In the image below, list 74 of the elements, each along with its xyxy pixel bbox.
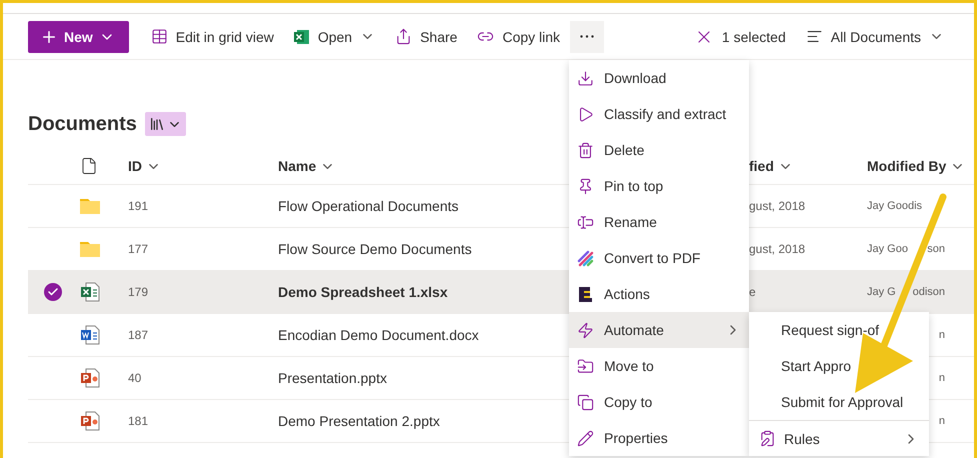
table-cell: n bbox=[938, 372, 945, 384]
table-cell-text: 191 bbox=[128, 199, 150, 213]
table-cell: Jay Goodis bbox=[867, 200, 922, 212]
file-type-icon bbox=[80, 157, 98, 175]
table-cell-text: 187 bbox=[128, 328, 150, 342]
library-icon bbox=[148, 116, 165, 132]
toolbar-button[interactable]: Open bbox=[284, 20, 386, 52]
toolbar-button[interactable]: Share bbox=[385, 20, 468, 52]
table-cell-text: gust, 2018 bbox=[749, 242, 806, 256]
table-cell-text: 177 bbox=[128, 242, 150, 256]
menu-item[interactable]: Copy to bbox=[569, 384, 749, 420]
lightning-icon bbox=[577, 322, 594, 338]
menu-item[interactable]: Properties bbox=[569, 420, 749, 456]
table-cell: Jay G bbox=[867, 286, 896, 298]
file-name-link[interactable]: Demo Spreadsheet 1.xlsx bbox=[278, 284, 569, 300]
column-header[interactable]: Name bbox=[278, 158, 316, 174]
spreadsheet-file-icon bbox=[80, 282, 100, 302]
menu-item[interactable]: Request sign-of bbox=[749, 312, 929, 348]
folder-icon bbox=[80, 241, 100, 257]
table-cell: n bbox=[938, 329, 945, 341]
pin-icon bbox=[577, 178, 594, 194]
menu-item[interactable]: Rename bbox=[569, 204, 749, 240]
table-cell-text: 179 bbox=[128, 285, 150, 299]
table-cell: n bbox=[938, 415, 945, 427]
table-cell-text: gust, 2018 bbox=[749, 199, 806, 213]
grid-icon bbox=[150, 28, 168, 45]
menu-item[interactable]: Move to bbox=[569, 348, 749, 384]
library-view-button[interactable] bbox=[144, 112, 186, 136]
view-switcher[interactable]: All Documents bbox=[796, 20, 954, 52]
rename-icon bbox=[577, 214, 594, 230]
play-icon bbox=[577, 106, 594, 122]
menu-item[interactable]: Download bbox=[569, 60, 749, 96]
document-file-icon bbox=[80, 325, 100, 345]
actions-logo-icon bbox=[577, 286, 594, 302]
menu-item[interactable]: Automate bbox=[569, 312, 749, 348]
new-button[interactable]: New bbox=[28, 20, 129, 52]
toolbar-button[interactable]: Copy link bbox=[467, 20, 570, 52]
library-title: Documents bbox=[28, 112, 137, 136]
table-cell: son bbox=[927, 243, 945, 255]
table-cell-text: e bbox=[749, 285, 757, 299]
toolbar-button[interactable]: Edit in grid view bbox=[140, 20, 284, 52]
clear-selection-button[interactable]: 1 selected bbox=[684, 20, 796, 52]
download-icon bbox=[577, 70, 594, 86]
menu-item[interactable]: Delete bbox=[569, 132, 749, 168]
folder-icon bbox=[80, 198, 100, 214]
table-cell-text: 40 bbox=[128, 371, 142, 385]
column-header[interactable]: Modified By bbox=[867, 158, 946, 174]
column-header[interactable]: ID bbox=[128, 158, 142, 174]
copy-icon bbox=[577, 394, 594, 410]
menu-item[interactable]: Pin to top bbox=[569, 168, 749, 204]
file-name-link[interactable]: Flow Source Demo Documents bbox=[278, 241, 569, 257]
file-name-link[interactable]: Presentation.pptx bbox=[278, 370, 569, 386]
table-cell-text: 181 bbox=[128, 414, 150, 428]
move-icon bbox=[577, 358, 594, 374]
trash-icon bbox=[577, 142, 594, 158]
table-cell: Jay Goo bbox=[867, 243, 908, 255]
file-name-link[interactable]: Encodian Demo Document.docx bbox=[278, 327, 569, 343]
menu-item[interactable]: Actions bbox=[569, 276, 749, 312]
lines-icon bbox=[806, 28, 823, 45]
table-cell: odison bbox=[912, 286, 945, 298]
file-name-link[interactable]: Flow Operational Documents bbox=[278, 198, 569, 214]
share-icon bbox=[395, 28, 412, 45]
stripes-icon bbox=[577, 250, 594, 266]
more-icon bbox=[580, 35, 594, 38]
presentation-file-icon bbox=[80, 368, 100, 388]
rules-icon bbox=[759, 430, 776, 447]
spreadsheet-icon bbox=[294, 28, 310, 44]
selected-check-icon bbox=[44, 283, 62, 301]
column-header[interactable]: fied bbox=[749, 158, 774, 174]
presentation-file-icon bbox=[80, 411, 100, 431]
menu-item[interactable]: Convert to PDF bbox=[569, 240, 749, 276]
menu-item[interactable]: Classify and extract bbox=[569, 96, 749, 132]
file-name-link[interactable]: Demo Presentation 2.pptx bbox=[278, 413, 569, 429]
pencil-icon bbox=[577, 430, 594, 446]
